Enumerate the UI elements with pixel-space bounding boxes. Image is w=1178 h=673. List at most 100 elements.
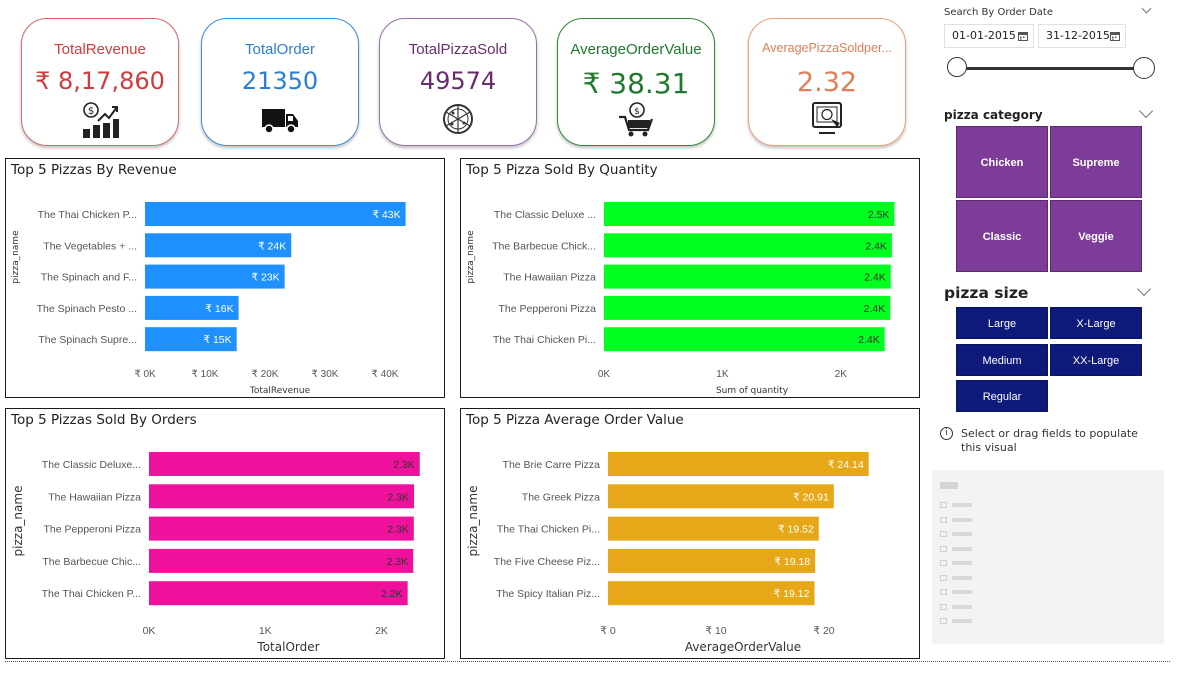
bar [149,581,408,606]
kpi-value: 2.32 [796,67,858,98]
placeholder-checkbox [940,574,947,581]
x-axis-label: TotalRevenue [249,386,311,396]
category-label: The Classic Deluxe ... [494,209,596,221]
kpi-value: ₹ 38.31 [582,67,690,100]
kpi-title: AveragePizzaSoldper... [762,41,892,55]
data-label: 2.4K [864,272,886,284]
data-label: ₹ 43K [372,209,400,221]
kpi-title: TotalRevenue [54,41,146,58]
placeholder-line [952,532,972,536]
size-tile-large[interactable]: Large [956,307,1048,339]
end-date-input[interactable]: 31-12-2015 [1038,24,1126,48]
chart-panel-average-order-value[interactable]: Top 5 Pizza Average Order Value The Brie… [460,408,920,659]
data-label: 2.3K [387,491,409,503]
placeholder-checkbox [940,589,947,595]
pizza-icon [443,104,473,134]
x-tick-label: ₹ 20K [252,369,279,380]
category-label: The Spinach and F... [41,272,137,284]
online-order-icon [812,102,842,134]
size-tile-xx-large[interactable]: XX-Large [1050,344,1142,376]
kpi-card-average-order-value[interactable]: AverageOrderValue ₹ 38.31 $ [557,18,715,146]
data-label: ₹ 23K [251,272,279,284]
placeholder-line [952,561,972,565]
chart-panel-revenue[interactable]: Top 5 Pizzas By Revenue The Thai Chicken… [5,158,445,398]
empty-visual-message: Select or drag fields to populate this v… [961,427,1138,454]
x-tick-label: 2K [835,369,848,380]
chevron-down-icon[interactable] [1136,281,1152,297]
empty-visual-placeholder[interactable] [932,470,1164,644]
category-tile-classic[interactable]: Classic [956,200,1048,272]
x-tick-label: ₹ 40K [372,369,399,380]
bar [604,202,895,226]
category-label: The Pepperoni Pizza [499,303,597,315]
data-label: 2.3K [387,556,409,568]
start-date-value: 01-01-2015 [952,29,1016,42]
x-tick-label: 1K [716,369,729,380]
x-tick-label: ₹ 10K [192,369,219,380]
placeholder-line [952,517,972,522]
bar [149,516,414,541]
data-label: ₹ 24.14 [828,459,864,471]
data-label: 2.2K [381,588,403,600]
kpi-card-total-revenue[interactable]: TotalRevenue ₹ 8,17,860 $ [21,18,179,146]
placeholder-line [952,503,972,507]
category-slicer-label: pizza category [944,108,1043,122]
category-label: The Barbecue Chick... [492,240,596,252]
x-tick-label: 2K [375,625,388,637]
revenue-bar-chart: The Thai Chicken P... ₹ 43K The Vegetables… [11,202,406,396]
kpi-card-average-pizza-sold-per-order[interactable]: AveragePizzaSoldper... 2.32 [748,18,906,146]
start-date-input[interactable]: 01-01-2015 [944,24,1034,48]
placeholder-checkbox [940,516,947,523]
date-range-slider-start-handle[interactable] [947,57,967,77]
svg-text:$: $ [88,106,94,117]
category-label: The Spinach Supre... [38,334,137,346]
data-label: ₹ 15K [203,334,231,346]
date-slicer-label: Search By Order Date [944,7,1053,18]
category-label: The Spinach Pesto ... [37,303,137,315]
category-tile-chicken[interactable]: Chicken [956,126,1048,198]
date-range-slider-end-handle[interactable] [1133,57,1155,79]
x-tick-label: 0K [143,625,156,637]
placeholder-checkbox [940,560,947,566]
category-label: The Five Cheese Piz... [494,556,600,568]
category-tile-veggie[interactable]: Veggie [1050,200,1142,272]
kpi-card-total-pizza-sold[interactable]: TotalPizzaSold 49574 [379,18,537,146]
y-axis-label: pizza_name [466,230,476,284]
placeholder-checkbox [940,618,947,624]
category-tile-supreme[interactable]: Supreme [1050,126,1142,198]
x-axis-label: Sum of quantity [716,386,789,396]
data-label: 2.3K [393,459,415,471]
placeholder-line [952,590,972,594]
size-tile-x-large[interactable]: X-Large [1050,307,1142,339]
placeholder-line [952,619,972,623]
kpi-value: 49574 [419,67,497,95]
chevron-down-icon[interactable] [1141,3,1152,14]
size-tile-regular[interactable]: Regular [956,380,1048,412]
page-bottom-border [5,661,1170,662]
date-range-slider-track[interactable] [958,67,1144,70]
category-label: The Barbecue Chic... [42,556,141,568]
x-tick-label: ₹ 20 [813,625,834,637]
x-tick-label: ₹ 0 [600,625,616,637]
category-label: The Spicy Italian Piz... [496,588,600,600]
info-icon: i [940,427,953,440]
calendar-icon [1018,32,1028,41]
chevron-down-icon[interactable] [1138,103,1154,119]
x-tick-label: ₹ 30K [312,369,339,380]
calendar-icon [1110,32,1120,41]
kpi-title: TotalOrder [244,41,316,58]
chart-panel-orders[interactable]: Top 5 Pizzas Sold By Orders The Classic … [5,408,445,659]
bar [604,233,892,258]
x-axis-label: TotalOrder [256,640,319,654]
size-tile-medium[interactable]: Medium [956,344,1048,376]
category-label: The Hawaiian Pizza [48,491,141,503]
category-label: The Classic Deluxe... [42,459,141,471]
kpi-card-total-order[interactable]: TotalOrder 21350 [201,18,359,146]
bar [145,202,406,226]
delivery-truck-icon [262,109,298,134]
placeholder-line [952,575,972,580]
placeholder-checkbox [940,502,947,508]
average-order-value-bar-chart: The Brie Carre Pizza ₹ 24.14 The Greek Piz… [466,452,869,654]
chart-panel-quantity[interactable]: Top 5 Pizza Sold By Quantity The Classic… [460,158,920,398]
bar [604,295,891,320]
